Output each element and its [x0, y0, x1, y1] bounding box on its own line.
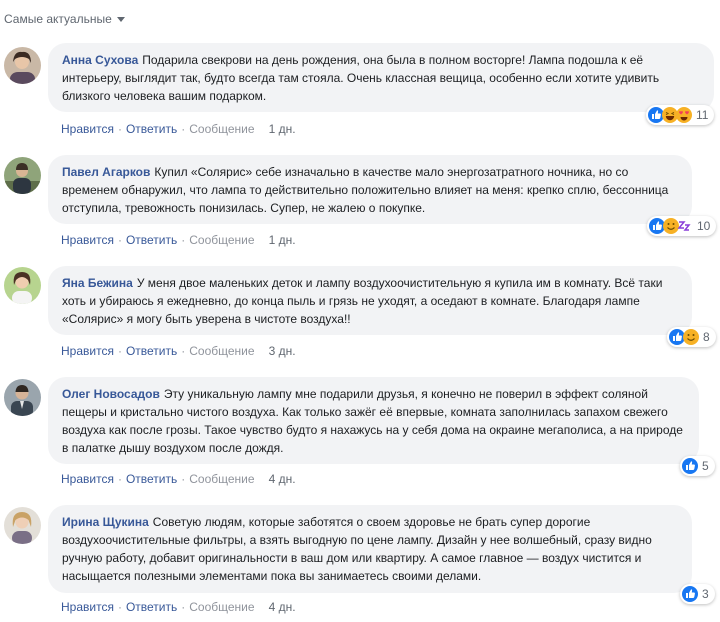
reply-link[interactable]: Ответить [126, 344, 177, 358]
avatar[interactable] [4, 507, 41, 544]
comment-actions: Нравится · Ответить · Сообщение 1 дн. [61, 122, 296, 136]
separator: · [117, 344, 122, 358]
separator: · [117, 122, 122, 136]
reaction-count: 3 [702, 587, 709, 601]
comment-text: Подарила свекрови на день рождения, она … [62, 53, 660, 103]
comment-bubble: Анна Сухова Подарила свекрови на день рож… [48, 43, 714, 112]
like-link[interactable]: Нравится [61, 600, 114, 614]
like-icon [682, 586, 698, 602]
comment-author[interactable]: Анна Сухова [62, 53, 138, 67]
reaction-count: 5 [702, 459, 709, 473]
comment-time[interactable]: 4 дн. [269, 472, 296, 486]
message-link[interactable]: Сообщение [189, 472, 254, 486]
like-link[interactable]: Нравится [61, 344, 114, 358]
comment-author[interactable]: Олег Новосадов [62, 387, 160, 401]
comment-bubble: Яна Бежина У меня двое маленьких деток и … [48, 266, 692, 335]
comment-time[interactable]: 1 дн. [269, 233, 296, 247]
love-eyes-icon [676, 107, 692, 123]
separator: · [181, 472, 186, 486]
avatar[interactable] [4, 157, 41, 194]
like-icon [682, 458, 698, 474]
comment-time[interactable]: 1 дн. [269, 122, 296, 136]
sleep-zzz-icon [677, 221, 691, 231]
comment-bubble: Павел Агарков Купил «Солярис» себе изнача… [48, 155, 692, 224]
reactions-summary[interactable]: 5 [680, 456, 715, 476]
separator: · [181, 233, 186, 247]
like-link[interactable]: Нравится [61, 122, 114, 136]
reaction-count: 10 [697, 219, 711, 233]
separator: · [181, 600, 186, 614]
like-link[interactable]: Нравится [61, 472, 114, 486]
separator: · [181, 344, 186, 358]
separator: · [117, 472, 122, 486]
sort-label: Самые актуальные [4, 12, 112, 26]
reaction-count: 11 [696, 108, 709, 122]
avatar[interactable] [4, 47, 41, 84]
caret-down-icon [116, 17, 125, 22]
like-link[interactable]: Нравится [61, 233, 114, 247]
comment-bubble: Ирина Щукина Советую людям, которые забот… [48, 505, 692, 593]
message-link[interactable]: Сообщение [189, 122, 254, 136]
comment-actions: Нравится · Ответить · Сообщение 4 дн. [61, 600, 296, 614]
sort-dropdown[interactable]: Самые актуальные [4, 12, 125, 26]
comment-text: Купил «Солярис» себе изначально в качест… [62, 165, 669, 215]
comment-bubble: Олег Новосадов Эту уникальную лампу мне п… [48, 377, 699, 464]
reactions-summary[interactable]: 3 [680, 584, 715, 604]
avatar[interactable] [4, 267, 41, 304]
reactions-summary[interactable]: 10 [647, 216, 717, 236]
comment-author[interactable]: Ирина Щукина [62, 515, 149, 529]
comment-text: У меня двое маленьких деток и лампу возд… [62, 276, 663, 326]
reactions-summary[interactable]: 11 [646, 105, 715, 125]
comment-time[interactable]: 4 дн. [269, 600, 296, 614]
avatar[interactable] [4, 379, 41, 416]
separator: · [117, 600, 122, 614]
reply-link[interactable]: Ответить [126, 600, 177, 614]
comment-text: Советую людям, которые заботятся о своем… [62, 515, 652, 583]
separator: · [181, 122, 186, 136]
smile-icon [683, 329, 699, 345]
reply-link[interactable]: Ответить [126, 472, 177, 486]
separator: · [117, 233, 122, 247]
comment-actions: Нравится · Ответить · Сообщение 3 дн. [61, 344, 296, 358]
reaction-count: 8 [703, 330, 710, 344]
comment-time[interactable]: 3 дн. [269, 344, 296, 358]
reply-link[interactable]: Ответить [126, 233, 177, 247]
comment-author[interactable]: Яна Бежина [62, 276, 133, 290]
message-link[interactable]: Сообщение [189, 600, 254, 614]
message-link[interactable]: Сообщение [189, 344, 254, 358]
reply-link[interactable]: Ответить [126, 122, 177, 136]
comment-author[interactable]: Павел Агарков [62, 165, 150, 179]
reactions-summary[interactable]: 8 [667, 327, 716, 347]
message-link[interactable]: Сообщение [189, 233, 254, 247]
comment-actions: Нравится · Ответить · Сообщение 4 дн. [61, 472, 296, 486]
comment-actions: Нравится · Ответить · Сообщение 1 дн. [61, 233, 296, 247]
